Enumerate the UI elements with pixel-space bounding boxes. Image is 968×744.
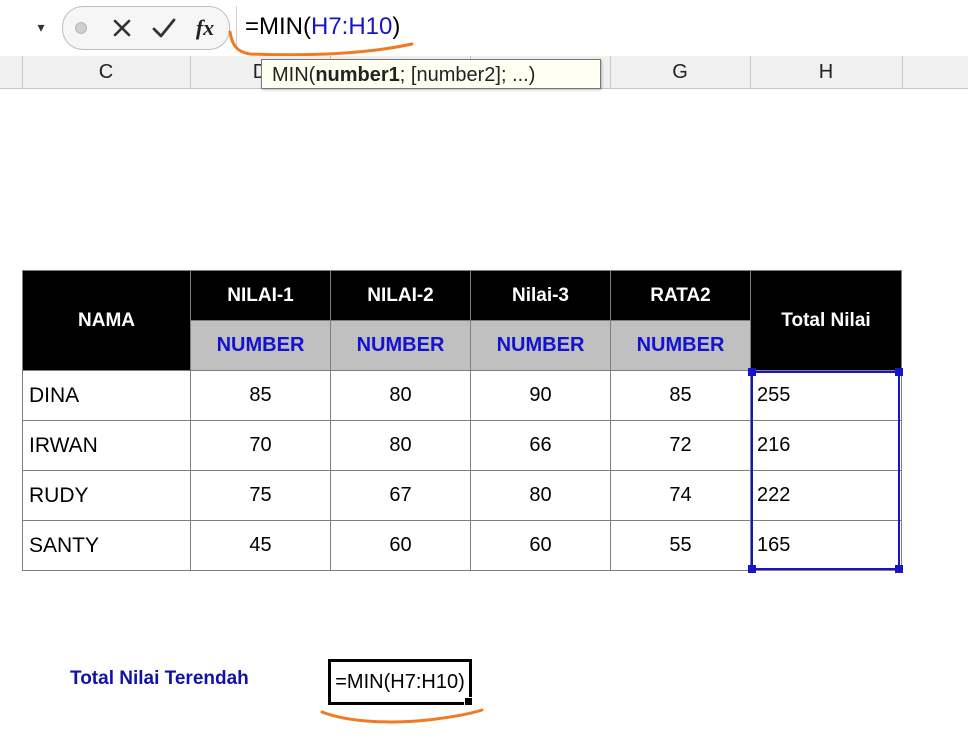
value-cell[interactable]: 72 <box>610 420 751 471</box>
column-header-c[interactable]: C <box>22 56 191 88</box>
column-header-h[interactable]: H <box>750 56 903 88</box>
value-cell[interactable]: 55 <box>610 520 751 571</box>
value-cell[interactable]: 80 <box>330 370 471 421</box>
value-cell[interactable]: 60 <box>470 520 611 571</box>
value-cell[interactable]: 85 <box>190 370 331 421</box>
total-cell[interactable]: 165 <box>750 520 902 571</box>
total-cell[interactable]: 255 <box>750 370 902 421</box>
enter-check-icon[interactable] <box>145 7 183 49</box>
value-cell[interactable]: 80 <box>330 420 471 471</box>
tooltip-bold-arg: number1 <box>315 64 400 86</box>
total-cell[interactable]: 216 <box>750 420 902 471</box>
value-cell[interactable]: 85 <box>610 370 751 421</box>
name-cell[interactable]: SANTY <box>22 520 191 571</box>
total-cell[interactable]: 222 <box>750 470 902 521</box>
name-box-dropdown-icon[interactable]: ▾ <box>26 12 56 42</box>
subheader-number[interactable]: NUMBER <box>610 320 751 371</box>
grip-icon[interactable] <box>73 7 89 49</box>
value-cell[interactable]: 60 <box>330 520 471 571</box>
cell-underline-annotation <box>320 708 484 724</box>
cancel-icon[interactable] <box>103 7 141 49</box>
value-cell[interactable]: 66 <box>470 420 611 471</box>
formula-buttons: fx <box>62 6 230 50</box>
name-cell[interactable]: IRWAN <box>22 420 191 471</box>
value-cell[interactable]: 70 <box>190 420 331 471</box>
value-cell[interactable]: 74 <box>610 470 751 521</box>
formula-bar: ▾ fx =MIN(H7:H10) <box>0 0 968 57</box>
subheader-number[interactable]: NUMBER <box>470 320 611 371</box>
subheader-number[interactable]: NUMBER <box>190 320 331 371</box>
header-nilai-1[interactable]: NILAI-1 <box>190 270 331 321</box>
subheader-number[interactable]: NUMBER <box>330 320 471 371</box>
active-cell-formula: =MIN(H7:H10) <box>335 670 465 693</box>
value-cell[interactable]: 75 <box>190 470 331 521</box>
insert-function-fx-icon[interactable]: fx <box>187 7 223 49</box>
header-rata2[interactable]: RATA2 <box>610 270 751 321</box>
function-tooltip[interactable]: MIN(number1; [number2]; ...) <box>261 59 601 89</box>
name-cell[interactable]: DINA <box>22 370 191 421</box>
header-nilai-2[interactable]: NILAI-2 <box>330 270 471 321</box>
active-cell-editing[interactable]: =MIN(H7:H10) <box>328 659 473 706</box>
lowest-total-label: Total Nilai Terendah <box>70 668 249 689</box>
row-header-corner[interactable] <box>0 56 23 88</box>
value-cell[interactable]: 67 <box>330 470 471 521</box>
column-header-blank[interactable] <box>902 56 968 88</box>
name-cell[interactable]: RUDY <box>22 470 191 521</box>
header-total-nilai[interactable]: Total Nilai <box>750 270 902 371</box>
header-nama[interactable]: NAMA <box>22 270 191 371</box>
header-nilai-3[interactable]: Nilai-3 <box>470 270 611 321</box>
tooltip-prefix: MIN( <box>272 64 316 86</box>
value-cell[interactable]: 80 <box>470 470 611 521</box>
tooltip-rest: ; [number2]; ...) <box>399 64 536 86</box>
value-cell[interactable]: 90 <box>470 370 611 421</box>
value-cell[interactable]: 45 <box>190 520 331 571</box>
column-header-g[interactable]: G <box>610 56 751 88</box>
